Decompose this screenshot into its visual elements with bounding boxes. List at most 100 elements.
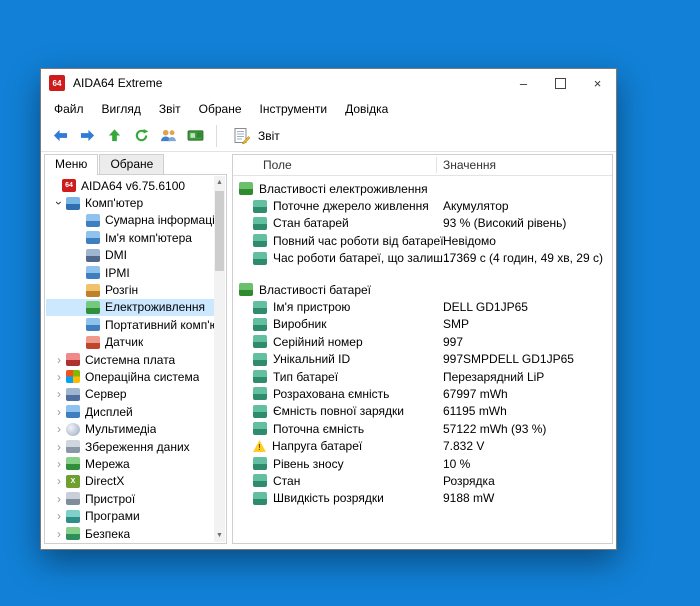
field-row[interactable]: ВиробникSMP: [233, 316, 612, 333]
field-value: 997: [443, 335, 463, 349]
tree-item[interactable]: ›Безпека: [46, 525, 214, 542]
field-label: Стан батарей: [273, 216, 349, 230]
field-row[interactable]: Швидкість розрядки9188 mW: [233, 490, 612, 507]
menu-item[interactable]: Вигляд: [93, 99, 150, 119]
chevron-collapsed-icon[interactable]: ›: [52, 354, 66, 366]
chevron-collapsed-icon[interactable]: ›: [52, 371, 66, 383]
chevron-collapsed-icon[interactable]: ›: [52, 423, 66, 435]
tree-item[interactable]: ›Дисплей: [46, 403, 214, 420]
field-row[interactable]: Час роботи батареї, що залиш...17369 с (…: [233, 250, 612, 267]
group-header-row[interactable]: Властивості батареї: [233, 281, 612, 298]
chevron-collapsed-icon[interactable]: ›: [52, 406, 66, 418]
hardware-button[interactable]: [182, 124, 209, 148]
field-value: Акумулятор: [443, 199, 509, 213]
chevron-collapsed-icon[interactable]: ›: [52, 441, 66, 453]
tree-item[interactable]: Електроживлення: [46, 299, 214, 316]
tree-item-label: Ім'я комп'ютера: [105, 231, 192, 245]
tree-item[interactable]: DMI: [46, 247, 214, 264]
tree-item[interactable]: 64AIDA64 v6.75.6100: [46, 177, 214, 194]
tree-item[interactable]: Сумарна інформація: [46, 212, 214, 229]
tree-item[interactable]: Портативний комп'ютер: [46, 316, 214, 333]
field-row[interactable]: !Напруга батареї7.832 V: [233, 437, 612, 454]
field-row[interactable]: Ємність повної зарядки61195 mWh: [233, 403, 612, 420]
menu-item[interactable]: Звіт: [150, 99, 190, 119]
column-divider[interactable]: [436, 157, 437, 173]
tree-item[interactable]: Розгін: [46, 281, 214, 298]
name-icon: [86, 231, 100, 244]
tree-item[interactable]: ›Мультимедіа: [46, 420, 214, 437]
scroll-thumb[interactable]: [215, 191, 224, 271]
tree-item[interactable]: Ім'я комп'ютера: [46, 229, 214, 246]
item-icon: [253, 474, 267, 487]
chevron-collapsed-icon[interactable]: ›: [52, 493, 66, 505]
tree-item[interactable]: ›Збереження даних: [46, 438, 214, 455]
users-button[interactable]: [155, 124, 182, 148]
group-header-row[interactable]: Властивості електроживлення: [233, 180, 612, 197]
item-icon: [253, 405, 267, 418]
tree-item[interactable]: ›Системна плата: [46, 351, 214, 368]
tree-item[interactable]: ›Комп'ютер: [46, 194, 214, 211]
tree-item[interactable]: ›Пристрої: [46, 490, 214, 507]
up-button[interactable]: [101, 124, 128, 148]
devices-icon: [66, 492, 80, 505]
scroll-down-icon[interactable]: ▼: [214, 529, 225, 542]
field-row[interactable]: СтанРозрядка: [233, 472, 612, 489]
tree: 64AIDA64 v6.75.6100›Комп'ютерСумарна інф…: [46, 177, 214, 542]
sidebar-tab[interactable]: Меню: [44, 154, 98, 175]
directx-icon: X: [66, 475, 80, 488]
item-icon: [253, 234, 267, 247]
scroll-up-icon[interactable]: ▲: [214, 176, 225, 189]
field-value: 17369 с (4 годин, 49 хв, 29 с): [443, 251, 603, 265]
section-icon: [239, 182, 253, 195]
chevron-collapsed-icon[interactable]: ›: [52, 458, 66, 470]
tree-item[interactable]: › Операційна система: [46, 368, 214, 385]
tree-item[interactable]: ›XDirectX: [46, 473, 214, 490]
chevron-collapsed-icon[interactable]: ›: [52, 528, 66, 540]
content-rows: Властивості електроживленняПоточне джере…: [233, 176, 612, 507]
maximize-button[interactable]: [542, 69, 579, 97]
field-label: Час роботи батареї, що залиш...: [273, 251, 453, 265]
column-header-field[interactable]: Поле: [263, 158, 292, 172]
back-button[interactable]: [47, 124, 74, 148]
menu-item[interactable]: Файл: [45, 99, 93, 119]
field-row[interactable]: Унікальний ID997SMPDELL GD1JP65: [233, 351, 612, 368]
tree-item-label: Операційна система: [85, 370, 199, 384]
field-row[interactable]: Ім'я пристроюDELL GD1JP65: [233, 298, 612, 315]
tree-scrollbar[interactable]: ▲ ▼: [214, 176, 225, 542]
chevron-collapsed-icon[interactable]: ›: [52, 388, 66, 400]
tree-item-label: Електроживлення: [105, 300, 205, 314]
chevron-collapsed-icon[interactable]: ›: [52, 510, 66, 522]
item-icon: [253, 200, 267, 213]
tree-item-label: Сервер: [85, 387, 127, 401]
group-header-label: Властивості електроживлення: [259, 182, 428, 196]
tree-item[interactable]: › Сервер: [46, 386, 214, 403]
sidebar-tab[interactable]: Обране: [99, 154, 164, 174]
field-row[interactable]: Тип батареїПерезарядний LiP: [233, 368, 612, 385]
tree-item[interactable]: IPMI: [46, 264, 214, 281]
chevron-collapsed-icon[interactable]: ›: [52, 475, 66, 487]
tree-item[interactable]: Датчик: [46, 334, 214, 351]
report-button[interactable]: Звіт: [224, 125, 289, 147]
chevron-expanded-icon[interactable]: ›: [53, 196, 65, 210]
field-row[interactable]: Поточне джерело живленняАкумулятор: [233, 197, 612, 214]
tree-item[interactable]: ›Мережа: [46, 455, 214, 472]
column-header-value[interactable]: Значення: [443, 158, 496, 172]
menu-item[interactable]: Інструменти: [251, 99, 337, 119]
forward-button[interactable]: [74, 124, 101, 148]
field-row[interactable]: Повний час роботи від батареїНевідомо: [233, 232, 612, 249]
menu-item[interactable]: Обране: [190, 99, 251, 119]
menu-item[interactable]: Довідка: [336, 99, 397, 119]
field-row[interactable]: Поточна ємність57122 mWh (93 %): [233, 420, 612, 437]
item-icon: [253, 301, 267, 314]
title-bar[interactable]: 64 AIDA64 Extreme – ×: [41, 69, 616, 97]
desktop[interactable]: { "window": { "title": "AIDA64 Extreme",…: [0, 0, 700, 606]
field-row[interactable]: Розрахована ємність67997 mWh: [233, 385, 612, 402]
minimize-button[interactable]: –: [505, 69, 542, 97]
item-icon: [253, 335, 267, 348]
refresh-button[interactable]: [128, 124, 155, 148]
field-row[interactable]: Серійний номер997: [233, 333, 612, 350]
field-row[interactable]: Стан батарей93 % (Високий рівень): [233, 215, 612, 232]
close-button[interactable]: ×: [579, 69, 616, 97]
tree-item[interactable]: ›Програми: [46, 507, 214, 524]
field-row[interactable]: Рівень зносу10 %: [233, 455, 612, 472]
